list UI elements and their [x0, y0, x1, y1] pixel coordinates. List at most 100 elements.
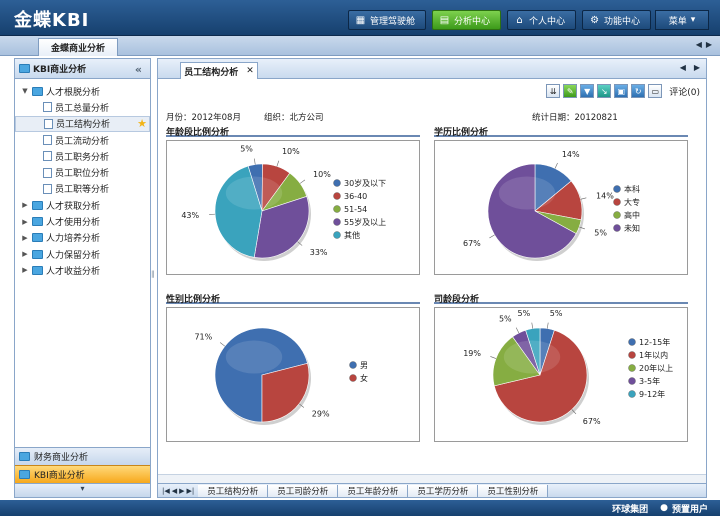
status-user: 预置用户 — [671, 504, 708, 515]
folder-icon — [19, 452, 30, 461]
menu-button[interactable]: 菜单 ▾ — [655, 10, 709, 30]
legend-label: 本科 — [624, 184, 640, 194]
top-nav: ▦ 管理驾驶舱 ▤ 分析中心 ⌂ 个人中心 ⚙ 功能中心 — [348, 10, 652, 30]
data-label: 10% — [282, 147, 300, 156]
next-icon[interactable]: ▶ — [179, 487, 184, 495]
sidebar-item-label: 人才根脱分析 — [46, 87, 101, 98]
sidebar-item[interactable]: 员工总量分析 — [15, 99, 150, 115]
legend-label: 未知 — [624, 223, 640, 233]
sidebar-group[interactable]: ▶ 人才收益分析 — [15, 262, 150, 278]
tab-structure-analysis[interactable]: 员工结构分析 ✕ — [180, 62, 258, 79]
chart-title: 年龄段比例分析 — [166, 125, 420, 138]
status-bar: 环球集团 ● 预置用户 — [0, 500, 720, 516]
sidebar-group[interactable]: ▶ 人力培养分析 — [15, 230, 150, 246]
splitter-handle[interactable]: ‖ — [151, 270, 155, 284]
data-label: 29% — [312, 410, 330, 419]
filter-icon[interactable]: ▼ — [580, 84, 595, 98]
data-label: 5% — [499, 315, 512, 324]
bottom-tab[interactable]: 员工年龄分析 — [338, 484, 409, 497]
nav-analysis-button[interactable]: ▤ 分析中心 — [432, 10, 502, 30]
bottom-tabs: 员工结构分析 员工司龄分析 员工年龄分析 员工学历分析 员工性别分析 — [198, 484, 549, 497]
data-label: 71% — [194, 332, 212, 341]
sidebar-group[interactable]: ▶ 人才获取分析 — [15, 197, 150, 213]
comment-count[interactable]: 评论(0) — [669, 85, 700, 98]
edit-icon[interactable]: ✎ — [563, 84, 578, 98]
sidebar-group[interactable]: ▼ 人才根脱分析 — [15, 83, 150, 99]
comment-icon[interactable]: ▭ — [648, 84, 663, 98]
legend-marker — [628, 351, 636, 359]
data-label: 14% — [562, 150, 580, 159]
arrow-right-icon[interactable]: ▶ — [706, 40, 712, 49]
expand-right-icon[interactable]: ▶ — [21, 250, 29, 258]
content-area: 员工结构分析 ✕ ◀ ▶ ⇊ ✎ ▼ ↘ ▣ ↻ ▭ 评论(0) 月份：2012年0… — [157, 58, 707, 498]
status-company: 环球集团 — [612, 504, 649, 515]
arrow-right-icon[interactable]: ▶ — [694, 63, 700, 72]
bottom-tab[interactable]: 员工学历分析 — [408, 484, 479, 497]
pie-chart-tenure: 5% 67% 19% 5% 5% 12-15年 1年以内 20年以上 3-5年 9-12年 — [463, 309, 673, 426]
chart-box: 71% 29% 男女 — [166, 307, 420, 442]
app-logo: 金蝶KBI — [14, 10, 90, 31]
folder-icon — [32, 249, 43, 259]
tab-main[interactable]: 金蝶商业分析 — [38, 38, 118, 56]
sidebar-item[interactable]: 员工职等分析 — [15, 181, 150, 197]
document-icon — [43, 135, 52, 146]
collapse-icon[interactable]: « — [135, 63, 142, 76]
sidebar-footer-label: KBI商业分析 — [34, 471, 85, 481]
legend-marker — [333, 192, 341, 200]
legend-marker — [333, 231, 341, 239]
legend-marker — [628, 364, 636, 372]
sidebar-tree: ▼ 人才根脱分析 员工总量分析 员工结构分析 ★ 员工流动分析 员工职务分析 员工职位分析 员工… — [15, 79, 150, 279]
expand-right-icon[interactable]: ▶ — [21, 234, 29, 242]
content-tab-strip: 员工结构分析 ✕ ◀ ▶ — [158, 59, 706, 79]
nav-function-button[interactable]: ⚙ 功能中心 — [582, 10, 652, 30]
horizontal-scrollbar[interactable] — [158, 474, 706, 483]
nav-label: 管理驾驶舱 — [370, 16, 416, 27]
sidebar-expand-button[interactable]: ▾ — [15, 483, 150, 497]
legend-marker — [333, 218, 341, 226]
arrow-left-icon[interactable]: ◀ — [680, 63, 686, 72]
tab-nav-arrows: ◀ ▶ — [696, 40, 712, 49]
expand-down-icon[interactable]: ▼ — [21, 87, 29, 95]
tab-label: 员工结构分析 — [184, 67, 239, 78]
data-label: 5% — [240, 145, 253, 154]
nav-dashboard-button[interactable]: ▦ 管理驾驶舱 — [348, 10, 427, 30]
last-icon[interactable]: ▶| — [187, 487, 195, 495]
bottom-tab[interactable]: 员工性别分析 — [478, 484, 549, 497]
expand-right-icon[interactable]: ▶ — [21, 201, 29, 209]
expand-right-icon[interactable]: ▶ — [21, 266, 29, 274]
collapse-down-icon[interactable]: ⇊ — [546, 84, 561, 98]
data-label: 5% — [594, 228, 607, 237]
first-icon[interactable]: |◀ — [162, 487, 170, 495]
legend-marker — [613, 211, 621, 219]
data-label: 67% — [583, 417, 601, 426]
sidebar-group[interactable]: ▶ 人力保留分析 — [15, 246, 150, 262]
sidebar-item[interactable]: 员工职位分析 — [15, 164, 150, 180]
sidebar-header: KBI商业分析 « — [15, 59, 150, 79]
star-icon[interactable]: ★ — [137, 117, 147, 130]
nav-personal-button[interactable]: ⌂ 个人中心 — [507, 10, 577, 30]
legend-label: 高中 — [624, 210, 640, 220]
bottom-tab[interactable]: 员工结构分析 — [198, 484, 269, 497]
chart-title: 学历比例分析 — [434, 125, 688, 138]
sidebar-item[interactable]: 员工职务分析 — [15, 148, 150, 164]
export-icon[interactable]: ↘ — [597, 84, 612, 98]
legend-label: 20年以上 — [639, 363, 673, 373]
sidebar-item[interactable]: 员工流动分析 — [15, 132, 150, 148]
save-icon[interactable]: ▣ — [614, 84, 629, 98]
sidebar-group[interactable]: ▶ 人才使用分析 — [15, 213, 150, 229]
chart-panel-tenure: 司龄段分析 5% 67% 19% 5% 5% 12-15年 1年以内 20年以上 3-5年 9-1… — [434, 292, 688, 442]
leader-line — [554, 162, 558, 169]
refresh-icon[interactable]: ↻ — [631, 84, 646, 98]
chart-panel-age: 年龄段比例分析 5% 10% 10% 33% 43% 30岁及以下 36-40 51-54 55… — [166, 125, 420, 275]
sidebar-item[interactable]: 员工结构分析 ★ — [15, 115, 150, 132]
legend-marker — [628, 338, 636, 346]
expand-right-icon[interactable]: ▶ — [21, 218, 29, 226]
chart-icon: ▤ — [439, 14, 450, 26]
sidebar-item-kbi[interactable]: KBI商业分析 — [15, 465, 150, 483]
close-icon[interactable]: ✕ — [246, 66, 254, 76]
prev-icon[interactable]: ◀ — [172, 487, 177, 495]
bottom-tab[interactable]: 员工司龄分析 — [268, 484, 339, 497]
sidebar-item-finance[interactable]: 财务商业分析 — [15, 447, 150, 465]
arrow-left-icon[interactable]: ◀ — [696, 40, 702, 49]
chart-panel-gender: 性别比例分析 71% 29% 男女 — [166, 292, 420, 442]
